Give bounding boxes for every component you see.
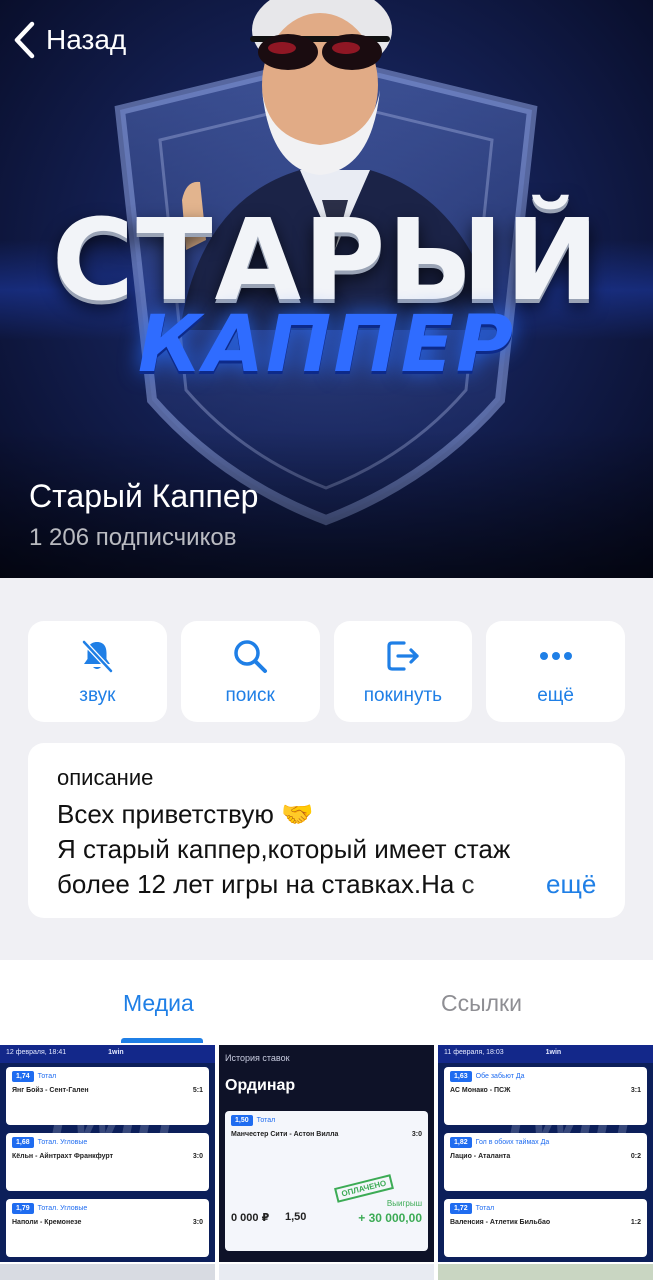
bet-score: 3:0: [411, 1131, 422, 1138]
bet-score: 1:2: [630, 1219, 641, 1226]
bet-match: Лацио - Аталанта: [450, 1153, 511, 1160]
bet-pick: Тотал. Угловые: [37, 1139, 88, 1146]
back-button[interactable]: Назад: [12, 18, 126, 62]
action-bar: звук поиск покинуть ещё: [28, 621, 625, 722]
bet-match: АС Монако - ПСЖ: [450, 1087, 511, 1094]
bet-pick: Тотал: [37, 1073, 57, 1080]
media-thumbnail[interactable]: [0, 1264, 215, 1280]
search-button[interactable]: поиск: [180, 621, 320, 722]
bet-card: 1,82 Гол в обоих таймах Да Лацио - Аталан…: [444, 1133, 647, 1191]
screenshot-date: 11 февраля, 18:03: [444, 1049, 504, 1056]
mute-button[interactable]: звук: [28, 621, 167, 722]
screenshot-date: 12 февраля, 18:41: [6, 1049, 67, 1056]
leave-icon: [387, 640, 419, 671]
bet-coef: 1,79: [12, 1203, 34, 1214]
chevron-left-icon: [14, 21, 35, 59]
bet-match: Янг Бойз - Сент-Гален: [12, 1087, 89, 1094]
bet-pick: Тотал: [475, 1205, 495, 1212]
bet-coef: 1,72: [450, 1203, 472, 1214]
description-more-link[interactable]: ещё: [542, 867, 597, 902]
tab-links[interactable]: Ссылки: [441, 990, 522, 1017]
bet-score: 3:0: [192, 1153, 203, 1160]
win-label: Выигрыш: [386, 1199, 422, 1208]
action-label: поиск: [225, 684, 275, 706]
media-thumbnail[interactable]: [438, 1264, 653, 1280]
bet-card: 1,79 Тотал. Угловые Наполи - Кремонезе 3:0: [6, 1199, 209, 1257]
bet-pick: Гол в обоих таймах Да: [475, 1139, 550, 1146]
bell-slash-icon: [82, 639, 114, 673]
bet-coef: 1,74: [12, 1071, 34, 1082]
channel-cover: СТАРЫЙ КАППЕР Назад Старый Каппер 1 206 …: [0, 0, 653, 578]
bet-score: 3:0: [192, 1219, 203, 1226]
media-thumbnail[interactable]: 12 февраля, 18:41 1win 1win 1,74Тотал Ян…: [0, 1045, 215, 1262]
bet-card: 1,72 Тотал Валенсия - Атлетик Бильбао 1:2: [444, 1199, 647, 1257]
bet-score: 0:2: [630, 1153, 641, 1160]
bet-pick: Обе забьют Да: [475, 1073, 525, 1080]
media-tabs: Медиа Ссылки: [0, 960, 653, 1045]
more-button[interactable]: ещё: [486, 621, 625, 722]
description-card: описание Всех приветствую 🤝 Я старый кап…: [28, 743, 625, 918]
bet-coef: 1,68: [12, 1137, 34, 1148]
bet-match: Кёльн - Айнтрахт Франкфурт: [12, 1153, 114, 1160]
tab-media[interactable]: Медиа: [123, 990, 194, 1017]
media-grid: 12 февраля, 18:41 1win 1win 1,74Тотал Ян…: [0, 1045, 653, 1280]
win-amount: + 30 000,00: [358, 1211, 422, 1225]
description-line: Я старый каппер,который имеет стаж: [57, 834, 511, 864]
more-icon: [539, 651, 572, 660]
description-line: Всех приветствую 🤝: [57, 799, 314, 829]
screenshot-brand: 1win: [545, 1049, 562, 1056]
action-label: покинуть: [363, 684, 443, 706]
bet-screenshot: 12 февраля, 18:41 1win 1win 1,74Тотал Ян…: [0, 1045, 215, 1262]
paid-stamp: ОПЛАЧЕНО: [334, 1174, 394, 1203]
description-title: описание: [57, 765, 154, 790]
bet-stake: 0 000 ₽: [231, 1212, 270, 1224]
bet-card: 1,74 Тотал Янг Бойз - Сент-Гален 5:1: [6, 1067, 209, 1125]
bet-screenshot: 11 февраля, 18:03 1win 1win 1,63Обе забь…: [438, 1045, 653, 1262]
subscriber-count: 1 206 подписчиков: [29, 524, 237, 551]
bet-card: 1,50 Тотал Манчестер Сити - Астон Вилла 3:…: [225, 1111, 428, 1251]
screenshot-header: История ставок: [225, 1053, 290, 1063]
bet-pick: Тотал: [256, 1117, 276, 1124]
bet-coef: 1,82: [450, 1137, 472, 1148]
screenshot-header: 11 февраля, 18:03 1win: [438, 1045, 653, 1063]
media-thumbnail[interactable]: История ставок Ординар 1,50 Тотал Манчест…: [219, 1045, 434, 1262]
bet-card: 1,68 Тотал. Угловые Кёльн - Айнтрахт Фран…: [6, 1133, 209, 1191]
bet-screenshot: История ставок Ординар 1,50 Тотал Манчест…: [219, 1045, 434, 1262]
bet-score: 3:1: [630, 1087, 641, 1094]
tab-indicator: [121, 1038, 203, 1043]
bet-coef: 1,50: [231, 1115, 253, 1126]
back-label: Назад: [46, 24, 127, 55]
action-label: звук: [79, 684, 116, 706]
screenshot-title: Ординар: [225, 1077, 296, 1094]
cover-title-line2: КАППЕР: [137, 300, 516, 390]
bet-pick: Тотал. Угловые: [37, 1205, 88, 1212]
channel-name: Старый Каппер: [29, 478, 259, 514]
bet-match: Валенсия - Атлетик Бильбао: [450, 1219, 551, 1226]
bet-match: Манчестер Сити - Астон Вилла: [231, 1131, 339, 1138]
bet-match: Наполи - Кремонезе: [12, 1219, 82, 1226]
media-thumbnail[interactable]: 11 февраля, 18:03 1win 1win 1,63Обе забь…: [438, 1045, 653, 1262]
bet-score: 5:1: [192, 1087, 203, 1094]
screenshot-header: 12 февраля, 18:41 1win: [0, 1045, 215, 1063]
bet-coef: 1,63: [450, 1071, 472, 1082]
bet-coef-value: 1,50: [285, 1211, 307, 1223]
screenshot-brand: 1win: [108, 1049, 124, 1056]
bet-card: 1,63 Обе забьют Да АС Монако - ПСЖ 3:1: [444, 1067, 647, 1125]
action-label: ещё: [537, 684, 575, 706]
search-icon: [234, 639, 268, 673]
leave-button[interactable]: покинуть: [333, 621, 473, 722]
media-thumbnail[interactable]: [219, 1264, 434, 1280]
